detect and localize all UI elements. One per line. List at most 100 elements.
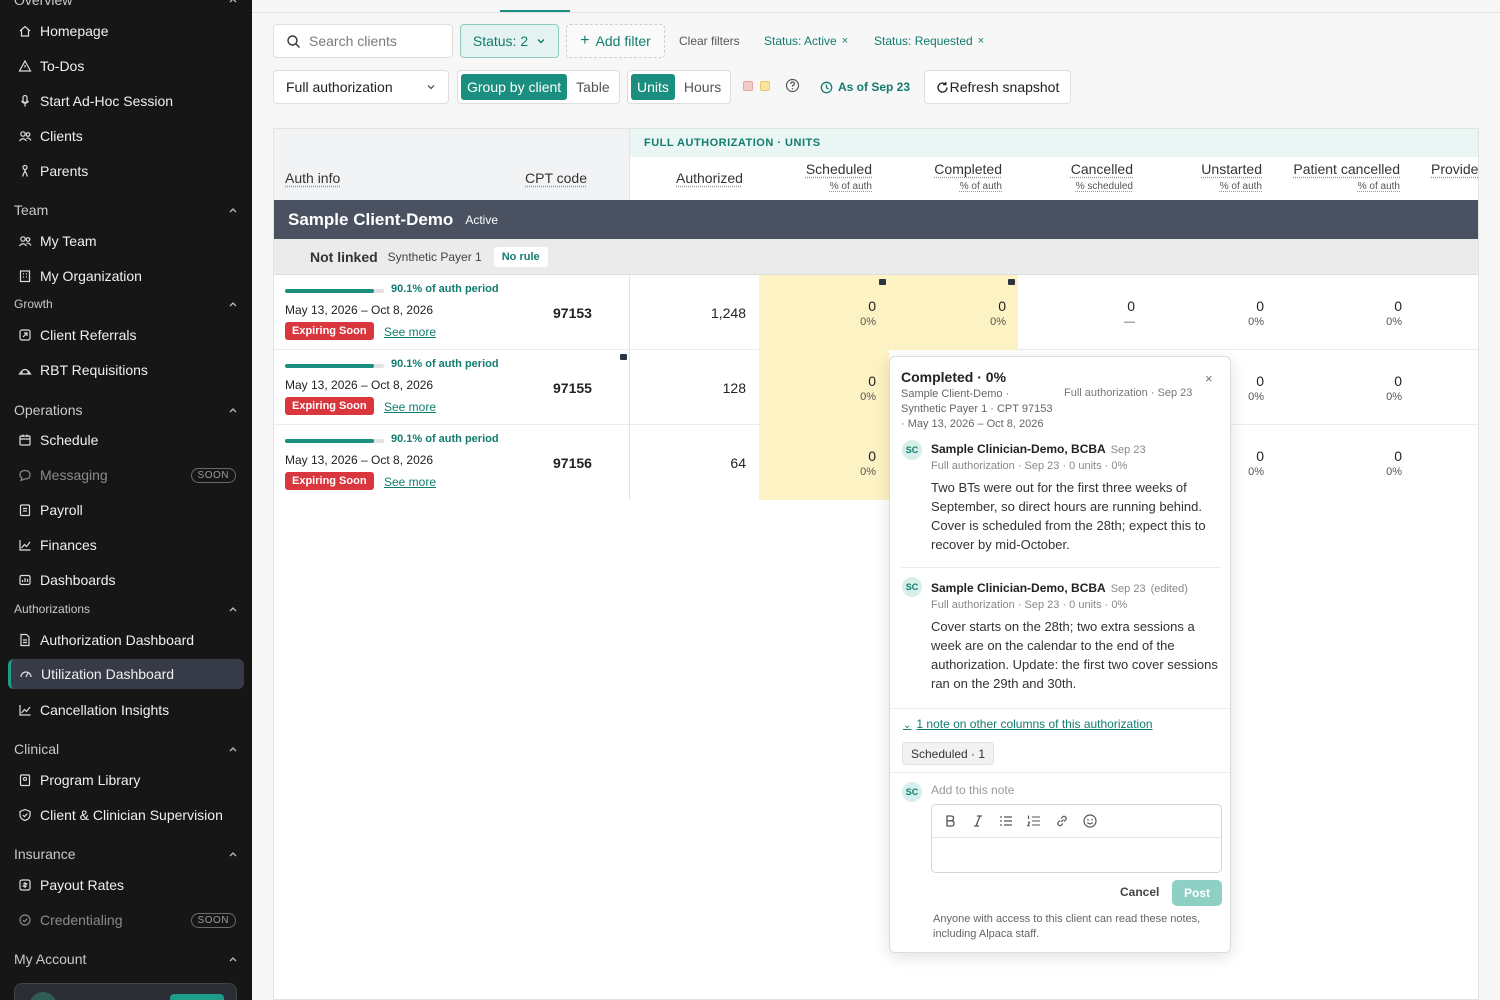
account-card[interactable] xyxy=(14,983,237,1000)
table-row[interactable]: 90.1% of auth period May 13, 2026 – Oct … xyxy=(274,425,1478,500)
sidebar-item-schedule[interactable]: Schedule xyxy=(8,425,244,455)
sidebar-item-todos[interactable]: To-Dos xyxy=(8,51,244,81)
clear-filters-button[interactable]: Clear filters xyxy=(679,24,740,58)
comment-date: Sep 23 xyxy=(1110,583,1146,595)
scheduled-cell[interactable]: 0 0% xyxy=(860,298,876,328)
group-by-client-option[interactable]: Group by client xyxy=(461,74,568,100)
scheduled-notes-chip[interactable]: Scheduled · 1 xyxy=(902,742,995,765)
header-auth-info[interactable]: Auth info xyxy=(285,170,340,186)
table-row[interactable]: 90.1% of auth period May 13, 2026 – Oct … xyxy=(274,350,1478,425)
sidebar-item-adhoc-session[interactable]: Start Ad-Hoc Session xyxy=(8,86,244,116)
table-option[interactable]: Table xyxy=(570,74,615,100)
avatar: SC xyxy=(902,440,922,460)
section-team[interactable]: Team xyxy=(14,202,238,218)
referral-icon xyxy=(18,328,32,342)
section-clinical[interactable]: Clinical xyxy=(14,741,238,757)
scope-select[interactable]: Full authorization xyxy=(273,70,449,104)
search-input[interactable]: Search clients xyxy=(273,24,453,58)
see-more-link[interactable]: See more xyxy=(384,400,436,414)
help-icon[interactable] xyxy=(785,78,800,93)
header-cpt-code[interactable]: CPT code xyxy=(525,170,587,186)
note-flag-icon[interactable] xyxy=(620,354,627,360)
scheduled-cell[interactable]: 0 0% xyxy=(860,373,876,403)
section-insurance[interactable]: Insurance xyxy=(14,846,238,862)
sidebar-item-clients[interactable]: Clients xyxy=(8,121,244,151)
header-cancelled[interactable]: Cancelled xyxy=(1071,161,1133,177)
other-notes-toggle[interactable]: ⌄ 1 note on other columns of this authori… xyxy=(903,717,1153,731)
sidebar-item-payroll[interactable]: Payroll xyxy=(8,495,244,525)
sidebar-item-messaging[interactable]: Messaging SOON xyxy=(8,460,244,490)
emoji-icon[interactable] xyxy=(1082,813,1098,829)
unstarted-cell[interactable]: 0 0% xyxy=(1248,448,1264,478)
header-unstarted[interactable]: Unstarted xyxy=(1201,161,1262,177)
header-completed[interactable]: Completed xyxy=(934,161,1002,177)
section-my-account[interactable]: My Account xyxy=(14,951,238,967)
header-patient-cancelled[interactable]: Patient cancelled xyxy=(1293,161,1400,177)
cell-pct: 0% xyxy=(1248,316,1264,328)
section-growth[interactable]: Growth xyxy=(14,297,238,311)
divider xyxy=(890,708,1230,709)
see-more-link[interactable]: See more xyxy=(384,325,436,339)
sidebar-item-homepage[interactable]: Homepage xyxy=(8,16,244,46)
italic-icon[interactable] xyxy=(970,813,986,829)
cancel-button[interactable]: Cancel xyxy=(1120,885,1159,899)
post-button[interactable]: Post xyxy=(1172,880,1222,906)
close-icon[interactable]: × xyxy=(978,35,984,47)
sidebar-item-credentialing[interactable]: Credentialing SOON xyxy=(8,905,244,935)
note-flag-icon[interactable] xyxy=(1008,279,1015,285)
note-flag-icon[interactable] xyxy=(879,279,886,285)
close-icon[interactable]: × xyxy=(842,35,848,47)
table-row[interactable]: 90.1% of auth period May 13, 2026 – Oct … xyxy=(274,275,1478,350)
scheduled-cell[interactable]: 0 0% xyxy=(860,448,876,478)
see-more-link[interactable]: See more xyxy=(384,475,436,489)
section-authorizations[interactable]: Authorizations xyxy=(14,602,238,616)
progress-label: 90.1% of auth period xyxy=(391,358,499,370)
sidebar-item-rbt-requisitions[interactable]: RBT Requisitions xyxy=(8,355,244,385)
refresh-snapshot-button[interactable]: Refresh snapshot xyxy=(924,70,1071,104)
unstarted-cell[interactable]: 0 0% xyxy=(1248,298,1264,328)
unstarted-cell[interactable]: 0 0% xyxy=(1248,373,1264,403)
bullet-list-icon[interactable] xyxy=(998,813,1014,829)
filter-chip-requested[interactable]: Status: Requested × xyxy=(874,24,984,58)
patient-cancelled-cell[interactable]: 0 0% xyxy=(1386,298,1402,328)
sidebar-item-client-referrals[interactable]: Client Referrals xyxy=(8,320,244,350)
sidebar-item-cancellation-insights[interactable]: Cancellation Insights xyxy=(8,695,244,725)
patient-cancelled-cell[interactable]: 0 0% xyxy=(1386,448,1402,478)
header-provider[interactable]: Provide xyxy=(1431,161,1478,177)
sidebar-item-dashboards[interactable]: Dashboards xyxy=(8,565,244,595)
sidebar-item-my-organization[interactable]: My Organization xyxy=(8,261,244,291)
note-editor[interactable] xyxy=(931,804,1222,873)
sidebar-item-parents[interactable]: Parents xyxy=(8,156,244,186)
sidebar-item-my-team[interactable]: My Team xyxy=(8,226,244,256)
section-overview[interactable]: Overview xyxy=(14,0,238,8)
close-icon[interactable]: × xyxy=(1205,371,1213,386)
units-option[interactable]: Units xyxy=(631,74,675,100)
rule-badge[interactable]: No rule xyxy=(493,246,548,267)
sidebar-item-supervision[interactable]: Client & Clinician Supervision xyxy=(8,800,244,830)
cancelled-cell[interactable]: 0— xyxy=(1124,298,1135,328)
hours-option[interactable]: Hours xyxy=(678,74,727,100)
bold-icon[interactable] xyxy=(942,813,958,829)
context-payer: Synthetic Payer 1 · CPT 97153 xyxy=(901,403,1053,415)
header-scheduled[interactable]: Scheduled xyxy=(806,161,872,177)
status-filter-button[interactable]: Status: 2 xyxy=(460,24,559,58)
sidebar-item-payout-rates[interactable]: Payout Rates xyxy=(8,870,244,900)
patient-cancelled-cell[interactable]: 0 0% xyxy=(1386,373,1402,403)
header-authorized[interactable]: Authorized xyxy=(676,170,743,186)
sidebar-item-label: Authorization Dashboard xyxy=(40,632,195,648)
client-group-header[interactable]: Sample Client-Demo Active xyxy=(274,200,1478,239)
unit-toggle: Units Hours xyxy=(627,70,732,104)
sidebar-item-program-library[interactable]: Program Library xyxy=(8,765,244,795)
comment-date: Sep 23 xyxy=(1110,444,1146,456)
sidebar-item-utilization-dashboard[interactable]: Utilization Dashboard xyxy=(8,659,244,689)
sidebar-item-finances[interactable]: Finances xyxy=(8,530,244,560)
add-filter-button[interactable]: + Add filter xyxy=(566,24,665,58)
section-operations[interactable]: Operations xyxy=(14,402,238,418)
filter-chip-active[interactable]: Status: Active × xyxy=(764,24,848,58)
chart-line-icon xyxy=(18,703,32,717)
link-icon[interactable] xyxy=(1054,813,1070,829)
completed-cell[interactable]: 0 0% xyxy=(990,298,1006,328)
sidebar-item-authorization-dashboard[interactable]: Authorization Dashboard xyxy=(8,625,244,655)
cell-value: 0 xyxy=(1256,298,1264,314)
numbered-list-icon[interactable] xyxy=(1026,813,1042,829)
